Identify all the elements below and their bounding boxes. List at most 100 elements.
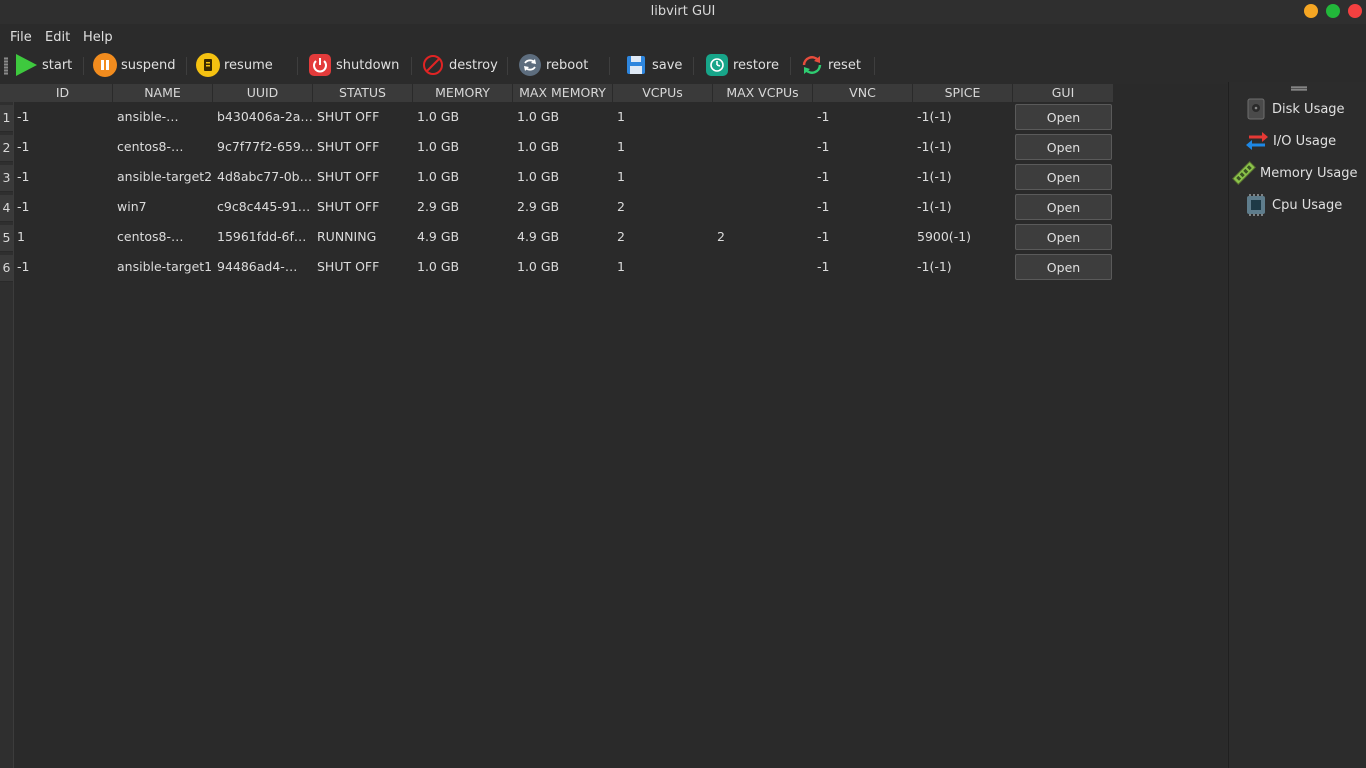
cell-vnc[interactable]: -1: [813, 252, 913, 282]
cell-max-memory[interactable]: 1.0 GB: [513, 252, 613, 282]
reboot-button[interactable]: reboot: [518, 52, 588, 78]
table-corner-button[interactable]: [0, 84, 13, 102]
cell-memory[interactable]: 2.9 GB: [413, 192, 513, 222]
cell-uuid[interactable]: c9c8c445-91…: [213, 192, 313, 222]
cell-uuid[interactable]: 94486ad4-…: [213, 252, 313, 282]
cell-max-vcpus[interactable]: [713, 132, 813, 162]
cell-max-vcpus[interactable]: 2: [713, 222, 813, 252]
sidebar-item-io-usage[interactable]: I/O Usage: [1245, 129, 1336, 153]
shutdown-button[interactable]: shutdown: [308, 52, 399, 78]
row-number[interactable]: 3: [0, 165, 13, 192]
sidebar-grip-handle[interactable]: [1291, 86, 1307, 91]
cell-id[interactable]: -1: [13, 192, 113, 222]
cell-spice[interactable]: -1(-1): [913, 102, 1013, 132]
cell-status[interactable]: RUNNING: [313, 222, 413, 252]
menu-file[interactable]: File: [10, 30, 32, 45]
cell-spice[interactable]: -1(-1): [913, 162, 1013, 192]
cell-name[interactable]: ansible-target2: [113, 162, 213, 192]
cell-spice[interactable]: -1(-1): [913, 252, 1013, 282]
cell-memory[interactable]: 4.9 GB: [413, 222, 513, 252]
sidebar-item-disk-usage[interactable]: Disk Usage: [1244, 97, 1345, 121]
cell-id[interactable]: -1: [13, 132, 113, 162]
cell-spice[interactable]: 5900(-1): [913, 222, 1013, 252]
row-number[interactable]: 4: [0, 195, 13, 222]
maximize-button[interactable]: [1326, 4, 1340, 18]
cell-vcpus[interactable]: 1: [613, 102, 713, 132]
table-row[interactable]: 3 -1 ansible-target2 4d8abc77-0b… SHUT OFF 1.…: [0, 162, 1114, 192]
close-button[interactable]: [1348, 4, 1362, 18]
cell-memory[interactable]: 1.0 GB: [413, 102, 513, 132]
cell-status[interactable]: SHUT OFF: [313, 192, 413, 222]
cell-vnc[interactable]: -1: [813, 222, 913, 252]
cell-memory[interactable]: 1.0 GB: [413, 252, 513, 282]
cell-name[interactable]: win7: [113, 192, 213, 222]
open-gui-button[interactable]: Open: [1015, 134, 1112, 160]
open-gui-button[interactable]: Open: [1015, 194, 1112, 220]
cell-name[interactable]: ansible-target1: [113, 252, 213, 282]
cell-max-memory[interactable]: 1.0 GB: [513, 162, 613, 192]
cell-status[interactable]: SHUT OFF: [313, 252, 413, 282]
cell-memory[interactable]: 1.0 GB: [413, 162, 513, 192]
cell-uuid[interactable]: 9c7f77f2-659…: [213, 132, 313, 162]
reset-button[interactable]: reset: [800, 52, 861, 78]
row-number[interactable]: 2: [0, 135, 13, 162]
cell-max-memory[interactable]: 4.9 GB: [513, 222, 613, 252]
menu-help[interactable]: Help: [83, 30, 113, 45]
cell-max-vcpus[interactable]: [713, 192, 813, 222]
cell-name[interactable]: centos8-…: [113, 132, 213, 162]
cell-vcpus[interactable]: 1: [613, 132, 713, 162]
cell-vcpus[interactable]: 1: [613, 162, 713, 192]
column-header-memory[interactable]: MEMORY: [413, 84, 513, 102]
column-header-vnc[interactable]: VNC: [813, 84, 913, 102]
cell-uuid[interactable]: 15961fdd-6f…: [213, 222, 313, 252]
open-gui-button[interactable]: Open: [1015, 224, 1112, 250]
cell-id[interactable]: -1: [13, 252, 113, 282]
cell-status[interactable]: SHUT OFF: [313, 132, 413, 162]
table-row[interactable]: 4 -1 win7 c9c8c445-91… SHUT OFF 2.9 GB 2.9 GB 2…: [0, 192, 1114, 222]
cell-max-memory[interactable]: 1.0 GB: [513, 102, 613, 132]
cell-uuid[interactable]: 4d8abc77-0b…: [213, 162, 313, 192]
sidebar-item-cpu-usage[interactable]: Cpu Usage: [1244, 193, 1342, 217]
open-gui-button[interactable]: Open: [1015, 104, 1112, 130]
destroy-button[interactable]: destroy: [421, 52, 498, 78]
cell-id[interactable]: -1: [13, 162, 113, 192]
resume-button[interactable]: resume: [196, 52, 273, 78]
row-number[interactable]: 5: [0, 225, 13, 252]
minimize-button[interactable]: [1304, 4, 1318, 18]
cell-max-memory[interactable]: 1.0 GB: [513, 132, 613, 162]
row-number[interactable]: 6: [0, 255, 13, 282]
cell-spice[interactable]: -1(-1): [913, 192, 1013, 222]
cell-vcpus[interactable]: 2: [613, 192, 713, 222]
menu-edit[interactable]: Edit: [45, 30, 70, 45]
cell-max-memory[interactable]: 2.9 GB: [513, 192, 613, 222]
cell-max-vcpus[interactable]: [713, 162, 813, 192]
column-header-vcpus[interactable]: VCPUs: [613, 84, 713, 102]
column-header-status[interactable]: STATUS: [313, 84, 413, 102]
cell-uuid[interactable]: b430406a-2a…: [213, 102, 313, 132]
toolbar-grip-handle[interactable]: [4, 57, 8, 75]
column-header-name[interactable]: NAME: [113, 84, 213, 102]
cell-status[interactable]: SHUT OFF: [313, 162, 413, 192]
table-row[interactable]: 5 1 centos8-… 15961fdd-6f… RUNNING 4.9 GB 4.9 …: [0, 222, 1114, 252]
cell-vnc[interactable]: -1: [813, 102, 913, 132]
column-header-gui[interactable]: GUI: [1013, 84, 1114, 102]
row-number[interactable]: 1: [0, 105, 13, 132]
cell-vnc[interactable]: -1: [813, 192, 913, 222]
column-header-spice[interactable]: SPICE: [913, 84, 1013, 102]
sidebar-item-memory-usage[interactable]: Memory Usage: [1232, 161, 1358, 185]
cell-vcpus[interactable]: 1: [613, 252, 713, 282]
cell-vnc[interactable]: -1: [813, 162, 913, 192]
column-header-uuid[interactable]: UUID: [213, 84, 313, 102]
suspend-button[interactable]: suspend: [93, 52, 176, 78]
cell-max-vcpus[interactable]: [713, 252, 813, 282]
cell-id[interactable]: -1: [13, 102, 113, 132]
cell-max-vcpus[interactable]: [713, 102, 813, 132]
cell-spice[interactable]: -1(-1): [913, 132, 1013, 162]
cell-vcpus[interactable]: 2: [613, 222, 713, 252]
table-row[interactable]: 2 -1 centos8-… 9c7f77f2-659… SHUT OFF 1.0 GB 1…: [0, 132, 1114, 162]
open-gui-button[interactable]: Open: [1015, 164, 1112, 190]
cell-name[interactable]: ansible-…: [113, 102, 213, 132]
save-button[interactable]: save: [624, 52, 682, 78]
column-header-id[interactable]: ID: [13, 84, 113, 102]
column-header-max-vcpus[interactable]: MAX VCPUs: [713, 84, 813, 102]
